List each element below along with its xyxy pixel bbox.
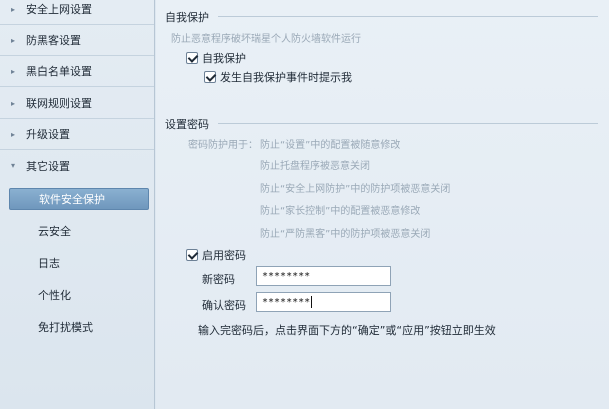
confirm-password-field[interactable]: ******** — [256, 292, 391, 312]
checkbox-checked-icon — [186, 52, 198, 64]
chevron-right-icon: ▸ — [10, 35, 15, 45]
sidebar-subitem-personalization[interactable]: 个性化 — [0, 284, 154, 306]
chevron-right-icon: ▸ — [10, 129, 15, 139]
section-divider — [218, 123, 598, 124]
password-section-title: 设置密码 — [165, 118, 209, 131]
sidebar: ▸ 安全上网设置 ▸ 防黑客设置 ▸ 黑白名单设置 ▸ 联网规则设置 ▸ 升级设… — [0, 0, 155, 409]
text-cursor — [311, 296, 313, 308]
enable-password-label: 启用密码 — [202, 249, 246, 262]
sidebar-item-label: 升级设置 — [26, 128, 70, 141]
password-purpose-item: 防止“设置”中的配置被随意修改 — [260, 140, 401, 151]
confirm-password-label: 确认密码 — [202, 299, 246, 312]
sidebar-subitem-log[interactable]: 日志 — [0, 252, 154, 274]
password-purpose-item: 防止“严防黑客”中的防护项被恶意关闭 — [260, 229, 431, 240]
sidebar-item-safe-browsing-settings[interactable]: ▸ 安全上网设置 — [0, 0, 154, 25]
sidebar-item-label: 安全上网设置 — [26, 3, 92, 16]
password-purpose-prefix: 密码防护用于： — [188, 140, 258, 151]
sidebar-subitem-label: 软件安全保护 — [39, 193, 105, 206]
checkbox-checked-icon — [204, 71, 216, 83]
sidebar-item-upgrade-settings[interactable]: ▸ 升级设置 — [0, 119, 154, 150]
password-purpose-item: 防止“家长控制”中的配置被恶意修改 — [260, 206, 421, 217]
confirm-password-value: ******** — [262, 296, 311, 308]
chevron-right-icon: ▸ — [10, 4, 15, 14]
self-protect-checkbox[interactable]: 自我保护 — [186, 50, 246, 66]
sidebar-item-label: 黑白名单设置 — [26, 65, 92, 78]
sidebar-item-label: 其它设置 — [26, 159, 70, 173]
sidebar-subitem-software-protection[interactable]: 软件安全保护 — [9, 188, 149, 210]
sidebar-item-label: 联网规则设置 — [26, 97, 92, 110]
sidebar-subitem-cloud-security[interactable]: 云安全 — [0, 220, 154, 242]
sidebar-item-anti-hacker-settings[interactable]: ▸ 防黑客设置 — [0, 25, 154, 56]
chevron-right-icon: ▸ — [10, 66, 15, 76]
self-protect-description: 防止恶意程序破坏瑞星个人防火墙软件运行 — [171, 34, 361, 45]
sidebar-subitem-do-not-disturb[interactable]: 免打扰模式 — [0, 316, 154, 338]
chevron-down-icon: ▾ — [10, 161, 15, 170]
sidebar-item-other-settings[interactable]: ▾ 其它设置 — [0, 150, 154, 181]
new-password-value: ******** — [262, 270, 311, 282]
self-protect-notify-label: 发生自我保护事件时提示我 — [220, 71, 352, 84]
self-protect-notify-checkbox[interactable]: 发生自我保护事件时提示我 — [204, 69, 352, 85]
sidebar-subitem-label: 免打扰模式 — [38, 321, 93, 334]
self-protect-section-title: 自我保护 — [165, 11, 209, 24]
section-divider — [218, 16, 598, 17]
sidebar-item-blacklist-whitelist-settings[interactable]: ▸ 黑白名单设置 — [0, 56, 154, 87]
enable-password-checkbox[interactable]: 启用密码 — [186, 247, 246, 263]
sidebar-item-network-rule-settings[interactable]: ▸ 联网规则设置 — [0, 88, 154, 119]
password-hint: 输入完密码后，点击界面下方的“确定”或“应用”按钮立即生效 — [198, 324, 496, 337]
sidebar-subitem-label: 云安全 — [38, 225, 71, 238]
sidebar-item-label: 防黑客设置 — [26, 34, 81, 47]
password-purpose-item: 防止“安全上网防护”中的防护项被恶意关闭 — [260, 184, 451, 195]
new-password-field[interactable]: ******** — [256, 266, 391, 286]
password-purpose-item: 防止托盘程序被恶意关闭 — [260, 161, 370, 172]
sidebar-subitem-label: 个性化 — [38, 289, 71, 302]
self-protect-checkbox-label: 自我保护 — [202, 52, 246, 65]
sidebar-subitem-label: 日志 — [38, 257, 60, 270]
settings-panel: 自我保护 防止恶意程序破坏瑞星个人防火墙软件运行 自我保护 发生自我保护事件时提… — [156, 0, 609, 409]
chevron-right-icon: ▸ — [10, 98, 15, 108]
new-password-label: 新密码 — [202, 273, 235, 286]
checkbox-checked-icon — [186, 249, 198, 261]
